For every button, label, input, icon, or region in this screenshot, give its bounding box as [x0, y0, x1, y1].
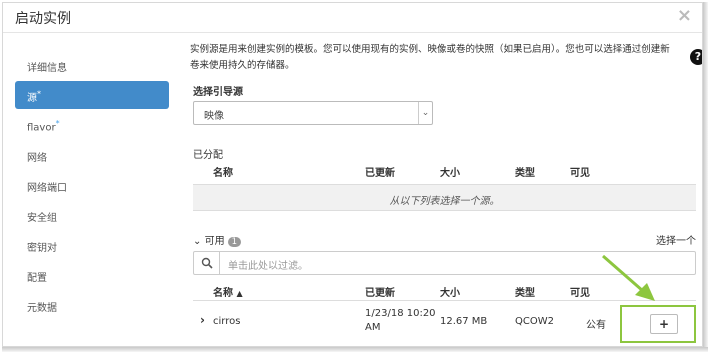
launch-instance-dialog: 启动实例 × 详细信息 源* flavor* 网络 网络端口 安全组 密钥对 配… — [2, 2, 703, 347]
frame-shadow-right — [703, 2, 708, 348]
frame-shadow-bottom — [2, 347, 708, 352]
annotation-arrow — [602, 254, 655, 301]
screenshot-frame: 启动实例 × 详细信息 源* flavor* 网络 网络端口 安全组 密钥对 配… — [0, 0, 712, 354]
